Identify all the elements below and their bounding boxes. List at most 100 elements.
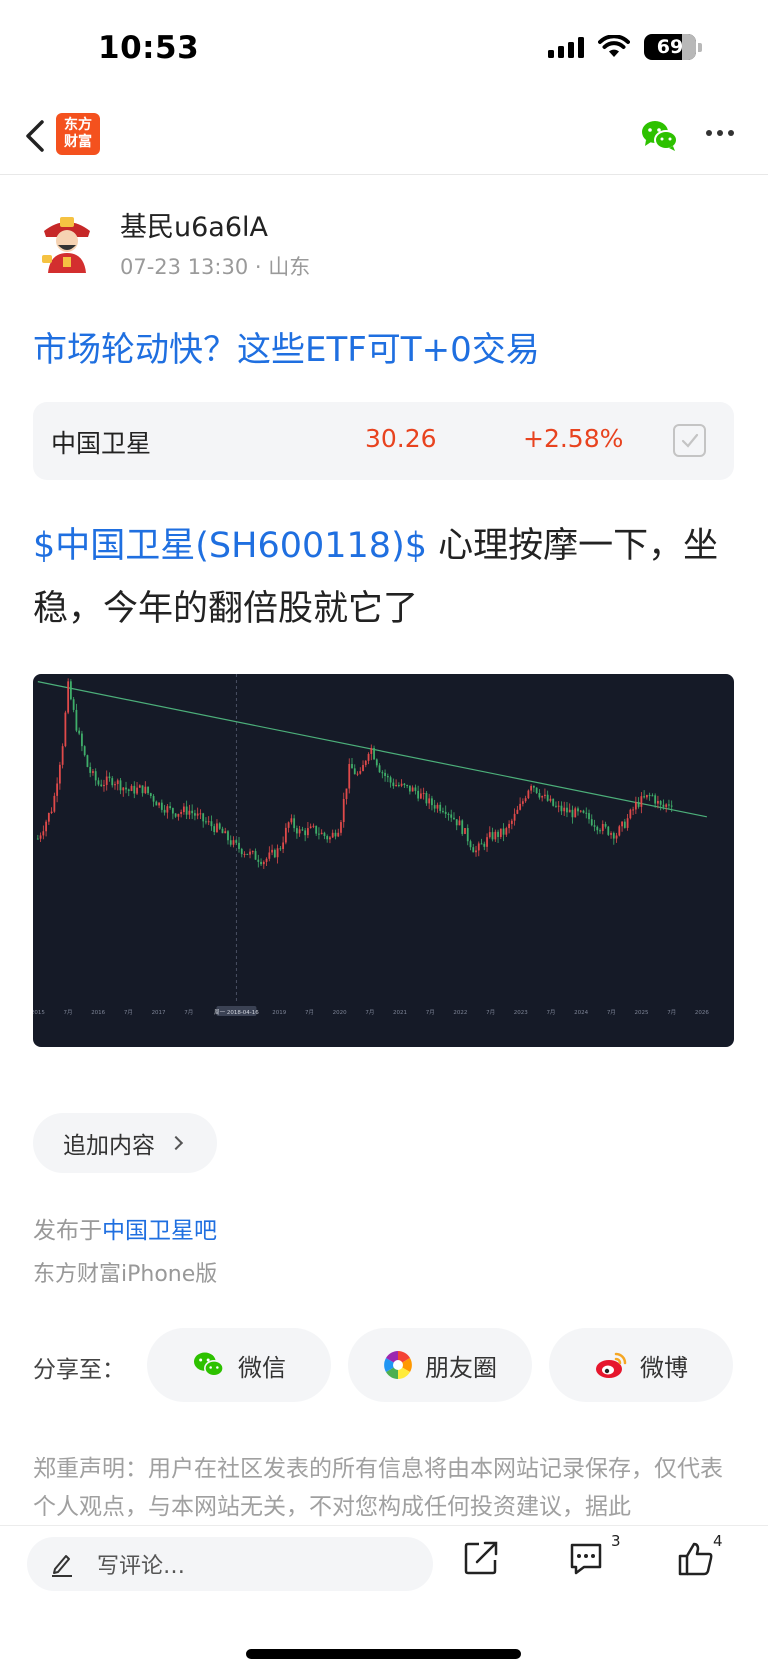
candle-body: [510, 820, 513, 824]
candle-body: [202, 813, 205, 822]
like-count: 4: [713, 1532, 723, 1550]
candle-body: [273, 849, 276, 858]
candle-body: [83, 746, 86, 756]
candle-body: [648, 794, 651, 796]
like-thumb-icon[interactable]: [677, 1540, 715, 1578]
stock-quote-card[interactable]: 中国卫星 30.26 +2.58%: [33, 402, 734, 480]
disclaimer-text: 郑重声明：用户在社区发表的所有信息将由本网站记录保存，仅代表个人观点，与本网站无…: [33, 1456, 723, 1520]
candle-body: [282, 842, 285, 849]
share-wechat-button[interactable]: 微信: [147, 1328, 331, 1402]
candle-body: [436, 804, 439, 809]
candle-body: [196, 813, 199, 816]
candle-body: [312, 825, 315, 827]
share-icon[interactable]: [463, 1540, 499, 1576]
candle-body: [643, 796, 646, 798]
candle-body: [199, 813, 202, 815]
candle-body: [499, 828, 502, 837]
candle-body: [502, 828, 505, 835]
candle-body: [257, 859, 260, 862]
candle-body: [351, 763, 353, 769]
candle-body: [420, 793, 422, 799]
wechat-icon: [194, 1352, 224, 1377]
candle-body: [100, 784, 103, 787]
candle-body: [571, 809, 574, 818]
candle-body: [348, 763, 351, 789]
x-tick-label: 7月: [124, 1009, 133, 1016]
candle-body: [524, 798, 527, 802]
battery-icon: 69: [644, 34, 696, 60]
comment-icon[interactable]: [568, 1540, 604, 1576]
candle-body: [588, 813, 590, 820]
x-tick-label: 7月: [184, 1009, 193, 1016]
bottom-action-bar: 写评论… 3 4: [0, 1525, 768, 1665]
wechat-share-icon[interactable]: [640, 118, 680, 154]
add-watchlist-checkbox[interactable]: [673, 424, 706, 457]
stock-link[interactable]: $中国卫星(SH600118)$: [33, 526, 427, 566]
back-arrow-icon[interactable]: [20, 116, 54, 156]
add-content-button[interactable]: 追加内容: [33, 1113, 217, 1173]
more-options-icon[interactable]: [706, 130, 734, 136]
share-weibo-label: 微博: [640, 1353, 688, 1382]
home-indicator: [246, 1649, 521, 1659]
share-weibo-button[interactable]: 微博: [549, 1328, 733, 1402]
stock-chart-image[interactable]: 2015 7月 2016 7月 2017 7月 周一 2018-04-16 2019 7月 202…: [33, 674, 734, 1047]
candle-body: [301, 829, 304, 831]
x-tick-label: 7月: [305, 1009, 314, 1016]
eastmoney-logo[interactable]: 东方 财富: [56, 113, 100, 155]
candle-body: [381, 772, 384, 774]
x-tick-label: 2026: [695, 1010, 709, 1016]
share-moments-button[interactable]: 朋友圈: [348, 1328, 532, 1402]
candle-body: [218, 823, 221, 829]
comment-input[interactable]: 写评论…: [27, 1537, 433, 1591]
candle-body: [645, 794, 648, 798]
candle-body: [477, 843, 480, 851]
candle-body: [53, 795, 56, 812]
candle-body: [194, 813, 196, 816]
stock-change: +2.58%: [523, 424, 624, 453]
candle-body: [276, 848, 279, 858]
candle-body: [389, 777, 392, 783]
candle-body: [604, 823, 607, 827]
comment-placeholder: 写评论…: [97, 1554, 186, 1579]
candle-body: [185, 806, 188, 815]
candle-body: [182, 806, 185, 813]
candle-body: [659, 800, 662, 805]
candle-body: [262, 861, 265, 865]
candle-body: [133, 785, 136, 794]
candle-body: [466, 828, 469, 842]
client-source: 东方财富iPhone版: [33, 1262, 218, 1287]
candle-body: [152, 796, 155, 802]
candle-body: [169, 806, 172, 809]
candle-body: [634, 801, 637, 810]
candle-body: [439, 804, 442, 812]
post-title[interactable]: 市场轮动快？这些ETF可T+0交易: [33, 322, 540, 371]
candle-body: [395, 785, 397, 787]
candle-body: [508, 823, 510, 829]
candle-body: [207, 821, 210, 823]
candle-body: [72, 699, 75, 710]
forum-link[interactable]: 中国卫星吧: [102, 1218, 217, 1244]
candle-body: [160, 802, 163, 810]
candle-body: [86, 755, 89, 767]
pencil-icon: [52, 1555, 72, 1577]
logo-line-2: 财富: [64, 134, 92, 150]
candle-body: [213, 826, 216, 833]
candle-body: [149, 793, 152, 797]
candle-body: [229, 840, 232, 845]
candle-body: [632, 809, 635, 811]
check-icon: [681, 433, 699, 448]
author-name[interactable]: 基民u6a6lA: [120, 205, 268, 244]
candle-body: [138, 785, 141, 788]
candle-body: [447, 813, 450, 815]
x-tick-label: 7月: [667, 1009, 676, 1016]
candle-body: [422, 792, 425, 794]
candle-body: [58, 764, 61, 784]
avatar[interactable]: [36, 211, 98, 273]
candle-body: [497, 831, 499, 837]
candle-body: [532, 785, 535, 788]
candle-body: [654, 795, 657, 804]
candle-body: [265, 858, 268, 862]
candle-body: [373, 747, 375, 760]
candle-body: [320, 832, 323, 835]
candle-body: [431, 798, 433, 806]
